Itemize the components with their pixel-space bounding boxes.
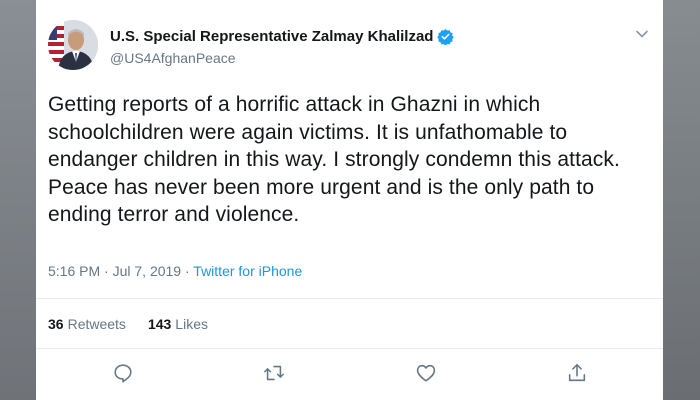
author-name-text[interactable]: U.S. Special Representative Zalmay Khali…: [110, 28, 433, 45]
share-button[interactable]: [564, 362, 590, 388]
author-handle[interactable]: @US4AfghanPeace: [110, 50, 236, 66]
share-icon: [566, 362, 588, 389]
author-name[interactable]: U.S. Special Representative Zalmay Khali…: [110, 28, 455, 46]
retweet-icon: [262, 362, 286, 389]
tweet-source-link[interactable]: Twitter for iPhone: [193, 263, 302, 279]
tweet-text: Getting reports of a horrific attack in …: [48, 93, 620, 226]
likes-label: Likes: [175, 316, 208, 332]
meta-separator: ·: [181, 263, 194, 279]
retweets-label: Retweets: [67, 316, 126, 332]
like-button[interactable]: [413, 362, 439, 388]
retweets-stat[interactable]: 36 Retweets: [48, 316, 126, 332]
avatar[interactable]: [48, 20, 98, 70]
tweet-date[interactable]: Jul 7, 2019: [113, 263, 182, 279]
divider: [36, 298, 663, 299]
reply-button[interactable]: [110, 362, 136, 388]
divider: [36, 348, 663, 349]
tweet-stats: 36 Retweets 143 Likes: [48, 316, 230, 332]
tweet-card: U.S. Special Representative Zalmay Khali…: [36, 0, 663, 400]
likes-count: 143: [147, 316, 172, 332]
retweet-button[interactable]: [261, 362, 287, 388]
background-left-edge: [0, 0, 36, 400]
retweets-count: 36: [48, 316, 64, 332]
tweet-actions: [36, 362, 663, 388]
meta-separator: ·: [100, 263, 113, 279]
background-right-edge: [663, 0, 700, 400]
verified-badge-icon: [437, 28, 455, 46]
likes-stat[interactable]: 143 Likes: [148, 316, 208, 332]
heart-icon: [415, 362, 437, 389]
chevron-down-icon[interactable]: [635, 27, 649, 41]
tweet-timestamp: 5:16 PM · Jul 7, 2019 · Twitter for iPho…: [48, 263, 302, 279]
reply-icon: [112, 362, 134, 389]
tweet-time[interactable]: 5:16 PM: [48, 263, 100, 279]
